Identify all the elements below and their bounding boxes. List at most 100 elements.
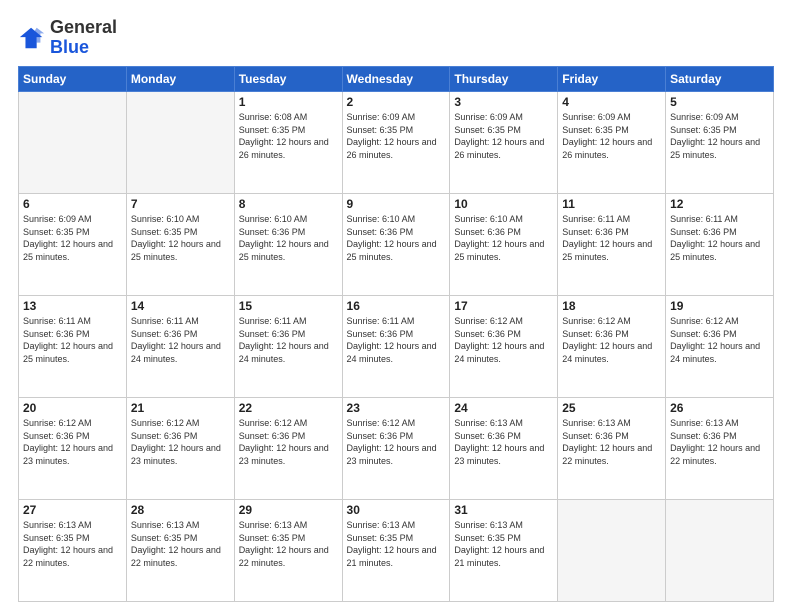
day-info: Sunrise: 6:12 AM Sunset: 6:36 PM Dayligh… [347, 417, 446, 467]
day-info: Sunrise: 6:10 AM Sunset: 6:35 PM Dayligh… [131, 213, 230, 263]
day-number: 17 [454, 299, 553, 313]
logo-icon [18, 24, 46, 52]
calendar-week-row: 6 Sunrise: 6:09 AM Sunset: 6:35 PM Daylig… [19, 194, 774, 296]
day-info: Sunrise: 6:12 AM Sunset: 6:36 PM Dayligh… [454, 315, 553, 365]
day-number: 23 [347, 401, 446, 415]
day-number: 15 [239, 299, 338, 313]
calendar-cell: 10 Sunrise: 6:10 AM Sunset: 6:36 PM Dayli… [450, 194, 558, 296]
day-number: 27 [23, 503, 122, 517]
day-info: Sunrise: 6:11 AM Sunset: 6:36 PM Dayligh… [670, 213, 769, 263]
day-info: Sunrise: 6:12 AM Sunset: 6:36 PM Dayligh… [239, 417, 338, 467]
weekday-header: Tuesday [234, 67, 342, 92]
calendar-cell: 9Sunrise: 6:10 AM Sunset: 6:36 PM Daylig… [342, 194, 450, 296]
day-info: Sunrise: 6:11 AM Sunset: 6:36 PM Dayligh… [347, 315, 446, 365]
calendar-cell [666, 500, 774, 602]
day-info: Sunrise: 6:11 AM Sunset: 6:36 PM Dayligh… [23, 315, 122, 365]
day-info: Sunrise: 6:13 AM Sunset: 6:35 PM Dayligh… [131, 519, 230, 569]
calendar-cell: 4Sunrise: 6:09 AM Sunset: 6:35 PM Daylig… [558, 92, 666, 194]
calendar-cell: 26 Sunrise: 6:13 AM Sunset: 6:36 PM Dayli… [666, 398, 774, 500]
day-number: 6 [23, 197, 122, 211]
calendar-week-row: 20 Sunrise: 6:12 AM Sunset: 6:36 PM Dayli… [19, 398, 774, 500]
calendar-cell [558, 500, 666, 602]
calendar-cell: 17 Sunrise: 6:12 AM Sunset: 6:36 PM Dayli… [450, 296, 558, 398]
day-number: 5 [670, 95, 769, 109]
calendar-cell: 3 Sunrise: 6:09 AM Sunset: 6:35 PM Daylig… [450, 92, 558, 194]
day-info: Sunrise: 6:12 AM Sunset: 6:36 PM Dayligh… [670, 315, 769, 365]
calendar-cell: 8 Sunrise: 6:10 AM Sunset: 6:36 PM Daylig… [234, 194, 342, 296]
day-info: Sunrise: 6:13 AM Sunset: 6:35 PM Dayligh… [23, 519, 122, 569]
day-info: Sunrise: 6:13 AM Sunset: 6:36 PM Dayligh… [670, 417, 769, 467]
calendar-cell: 6 Sunrise: 6:09 AM Sunset: 6:35 PM Daylig… [19, 194, 127, 296]
calendar-cell: 5Sunrise: 6:09 AM Sunset: 6:35 PM Daylig… [666, 92, 774, 194]
day-info: Sunrise: 6:11 AM Sunset: 6:36 PM Dayligh… [562, 213, 661, 263]
day-info: Sunrise: 6:13 AM Sunset: 6:35 PM Dayligh… [454, 519, 553, 569]
calendar-week-row: 27 Sunrise: 6:13 AM Sunset: 6:35 PM Dayli… [19, 500, 774, 602]
calendar-cell [126, 92, 234, 194]
day-number: 2 [347, 95, 446, 109]
day-info: Sunrise: 6:12 AM Sunset: 6:36 PM Dayligh… [23, 417, 122, 467]
day-number: 26 [670, 401, 769, 415]
day-info: Sunrise: 6:10 AM Sunset: 6:36 PM Dayligh… [347, 213, 446, 263]
day-info: Sunrise: 6:13 AM Sunset: 6:35 PM Dayligh… [239, 519, 338, 569]
day-info: Sunrise: 6:10 AM Sunset: 6:36 PM Dayligh… [239, 213, 338, 263]
day-number: 25 [562, 401, 661, 415]
calendar-table: SundayMondayTuesdayWednesdayThursdayFrid… [18, 66, 774, 602]
logo-blue-text: Blue [50, 37, 89, 57]
day-number: 30 [347, 503, 446, 517]
weekday-header: Saturday [666, 67, 774, 92]
day-info: Sunrise: 6:11 AM Sunset: 6:36 PM Dayligh… [239, 315, 338, 365]
calendar-cell: 15 Sunrise: 6:11 AM Sunset: 6:36 PM Dayli… [234, 296, 342, 398]
weekday-header: Friday [558, 67, 666, 92]
calendar-cell: 20 Sunrise: 6:12 AM Sunset: 6:36 PM Dayli… [19, 398, 127, 500]
calendar-cell: 14 Sunrise: 6:11 AM Sunset: 6:36 PM Dayli… [126, 296, 234, 398]
weekday-header: Wednesday [342, 67, 450, 92]
weekday-header: Thursday [450, 67, 558, 92]
calendar-cell: 1Sunrise: 6:08 AM Sunset: 6:35 PM Daylig… [234, 92, 342, 194]
day-number: 10 [454, 197, 553, 211]
day-number: 1 [239, 95, 338, 109]
day-info: Sunrise: 6:13 AM Sunset: 6:35 PM Dayligh… [347, 519, 446, 569]
day-number: 7 [131, 197, 230, 211]
day-info: Sunrise: 6:10 AM Sunset: 6:36 PM Dayligh… [454, 213, 553, 263]
day-info: Sunrise: 6:09 AM Sunset: 6:35 PM Dayligh… [347, 111, 446, 161]
day-info: Sunrise: 6:09 AM Sunset: 6:35 PM Dayligh… [454, 111, 553, 161]
calendar-week-row: 1Sunrise: 6:08 AM Sunset: 6:35 PM Daylig… [19, 92, 774, 194]
day-number: 12 [670, 197, 769, 211]
day-number: 20 [23, 401, 122, 415]
day-number: 21 [131, 401, 230, 415]
day-number: 24 [454, 401, 553, 415]
calendar-cell: 12 Sunrise: 6:11 AM Sunset: 6:36 PM Dayli… [666, 194, 774, 296]
calendar-cell: 22 Sunrise: 6:12 AM Sunset: 6:36 PM Dayli… [234, 398, 342, 500]
day-info: Sunrise: 6:12 AM Sunset: 6:36 PM Dayligh… [562, 315, 661, 365]
day-number: 16 [347, 299, 446, 313]
day-number: 22 [239, 401, 338, 415]
calendar-week-row: 13Sunrise: 6:11 AM Sunset: 6:36 PM Dayli… [19, 296, 774, 398]
calendar-cell: 23 Sunrise: 6:12 AM Sunset: 6:36 PM Dayli… [342, 398, 450, 500]
day-number: 19 [670, 299, 769, 313]
day-info: Sunrise: 6:09 AM Sunset: 6:35 PM Dayligh… [23, 213, 122, 263]
day-info: Sunrise: 6:09 AM Sunset: 6:35 PM Dayligh… [562, 111, 661, 161]
calendar-cell: 11 Sunrise: 6:11 AM Sunset: 6:36 PM Dayli… [558, 194, 666, 296]
calendar-cell: 30 Sunrise: 6:13 AM Sunset: 6:35 PM Dayli… [342, 500, 450, 602]
day-number: 18 [562, 299, 661, 313]
calendar-cell: 28Sunrise: 6:13 AM Sunset: 6:35 PM Dayli… [126, 500, 234, 602]
calendar-cell: 2 Sunrise: 6:09 AM Sunset: 6:35 PM Daylig… [342, 92, 450, 194]
calendar-cell: 16 Sunrise: 6:11 AM Sunset: 6:36 PM Dayli… [342, 296, 450, 398]
calendar-cell: 31 Sunrise: 6:13 AM Sunset: 6:35 PM Dayli… [450, 500, 558, 602]
calendar-cell: 19 Sunrise: 6:12 AM Sunset: 6:36 PM Dayli… [666, 296, 774, 398]
day-number: 14 [131, 299, 230, 313]
weekday-header: Sunday [19, 67, 127, 92]
day-number: 11 [562, 197, 661, 211]
calendar-cell: 29Sunrise: 6:13 AM Sunset: 6:35 PM Dayli… [234, 500, 342, 602]
logo-general-text: General [50, 17, 117, 37]
day-number: 3 [454, 95, 553, 109]
calendar-cell: 27 Sunrise: 6:13 AM Sunset: 6:35 PM Dayli… [19, 500, 127, 602]
day-info: Sunrise: 6:13 AM Sunset: 6:36 PM Dayligh… [454, 417, 553, 467]
day-number: 8 [239, 197, 338, 211]
calendar-cell: 18 Sunrise: 6:12 AM Sunset: 6:36 PM Dayli… [558, 296, 666, 398]
page-header: General Blue [18, 18, 774, 58]
logo: General Blue [18, 18, 117, 58]
day-info: Sunrise: 6:11 AM Sunset: 6:36 PM Dayligh… [131, 315, 230, 365]
day-number: 31 [454, 503, 553, 517]
calendar-cell: 13Sunrise: 6:11 AM Sunset: 6:36 PM Dayli… [19, 296, 127, 398]
